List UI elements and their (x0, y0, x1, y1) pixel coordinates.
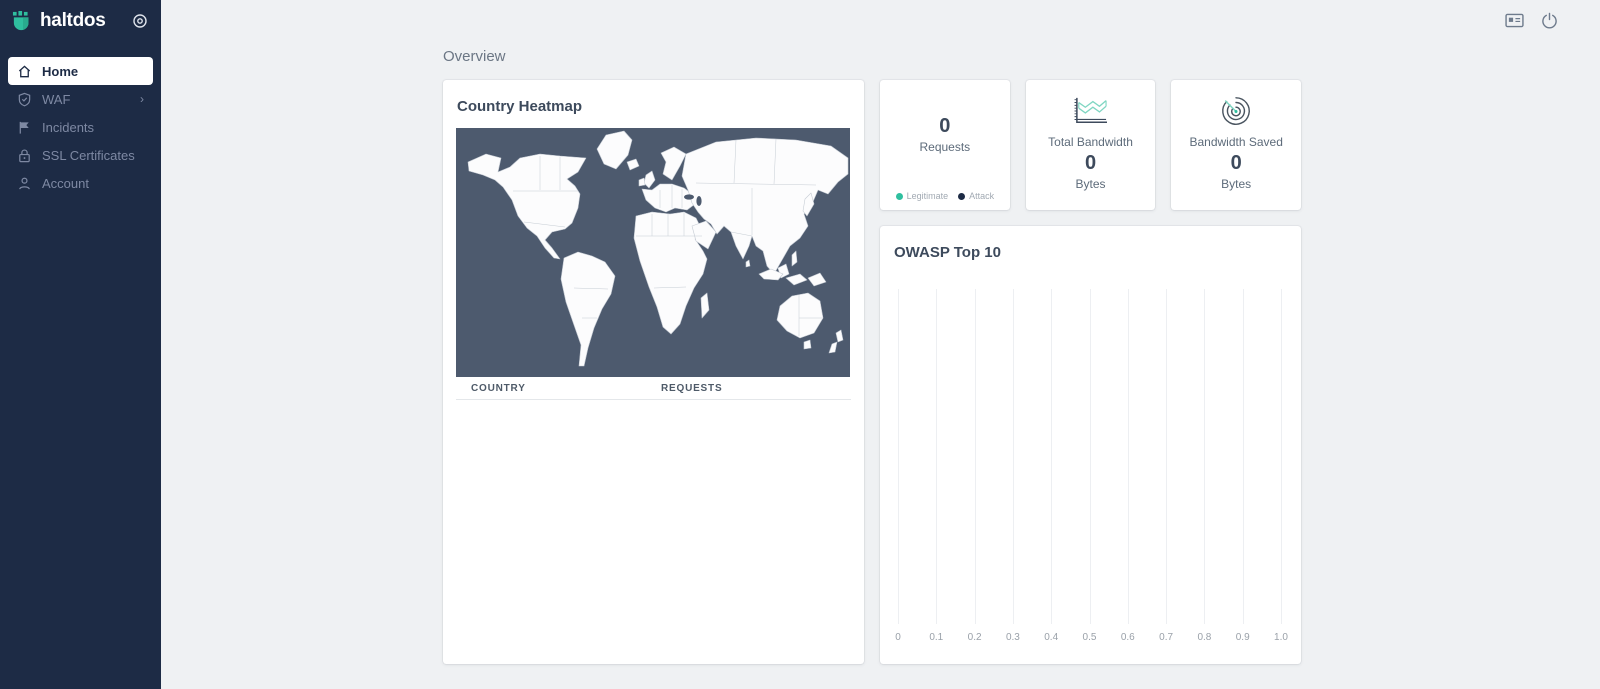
bandwidth-saved-unit: Bytes (1221, 177, 1251, 191)
sidebar-item-label: WAF (42, 92, 70, 107)
gridline (1281, 289, 1282, 624)
owasp-chart: 0 0.1 0.2 0.3 0.4 0.5 0.6 0.7 0.8 0.9 1.0 (893, 263, 1288, 652)
shield-icon (17, 92, 32, 107)
x-tick-label: 0.4 (1044, 632, 1058, 643)
sidebar-item-label: Home (42, 64, 78, 79)
column-header-requests: REQUESTS (661, 383, 722, 394)
gridline (975, 289, 976, 624)
x-tick-label: 0.7 (1159, 632, 1173, 643)
gridline (1090, 289, 1091, 624)
x-tick-label: 0.3 (1006, 632, 1020, 643)
country-heatmap-title: Country Heatmap (457, 98, 851, 115)
requests-value: 0 (919, 115, 970, 137)
chevron-right-icon: › (140, 92, 144, 106)
bandwidth-chart-icon (1070, 93, 1112, 129)
haltdos-logo-icon[interactable] (12, 11, 34, 32)
total-bandwidth-unit: Bytes (1076, 177, 1106, 191)
sidebar-item-ssl-certificates[interactable]: SSL Certificates (8, 141, 153, 169)
x-tick-label: 0.9 (1236, 632, 1250, 643)
x-tick-label: 1.0 (1274, 632, 1288, 643)
legend-item-attack: Attack (958, 191, 994, 201)
page-title: Overview (443, 48, 1301, 65)
gridline (1128, 289, 1129, 624)
owasp-plot-gridlines (898, 289, 1281, 624)
sidebar: haltdos Home WAF › (0, 0, 161, 689)
x-tick-label: 0 (895, 632, 901, 643)
settings-icon[interactable] (132, 13, 148, 29)
sidebar-item-incidents[interactable]: Incidents (8, 113, 153, 141)
user-icon (17, 176, 32, 191)
bandwidth-saved-card: Bandwidth Saved 0 Bytes (1171, 80, 1301, 210)
total-bandwidth-label: Total Bandwidth (1048, 135, 1133, 149)
legend-item-legitimate: Legitimate (896, 191, 949, 201)
sidebar-item-waf[interactable]: WAF › (8, 85, 153, 113)
gridline (1013, 289, 1014, 624)
column-header-country: COUNTRY (471, 383, 661, 394)
owasp-x-axis: 00.10.20.30.40.50.60.70.80.91.0 (898, 632, 1281, 644)
bandwidth-saved-label: Bandwidth Saved (1189, 135, 1282, 149)
x-tick-label: 0.6 (1121, 632, 1135, 643)
bandwidth-saved-spiral-icon (1219, 93, 1253, 129)
power-icon[interactable] (1541, 11, 1560, 30)
country-heatmap-card: Country Heatmap (443, 80, 864, 664)
gridline (1204, 289, 1205, 624)
owasp-title: OWASP Top 10 (894, 244, 1288, 261)
gridline (1166, 289, 1167, 624)
requests-legend: Legitimate Attack (880, 191, 1010, 201)
sidebar-item-account[interactable]: Account (8, 169, 153, 197)
owasp-top10-card: OWASP Top 10 0 0.1 0.2 0.3 0.4 0.5 0.6 0.7 0.8 0.… (880, 226, 1301, 664)
gridline (1243, 289, 1244, 624)
x-tick-label: 0.2 (968, 632, 982, 643)
sidebar-item-label: SSL Certificates (42, 148, 135, 163)
flag-icon (17, 120, 32, 135)
logo-text[interactable]: haltdos (40, 10, 105, 32)
bandwidth-saved-value: 0 (1231, 152, 1242, 175)
heatmap-table-header: COUNTRY REQUESTS (456, 377, 851, 400)
gridline (1051, 289, 1052, 624)
license-card-icon[interactable] (1505, 11, 1524, 30)
content: Overview Country Heatmap (443, 0, 1301, 664)
x-tick-label: 0.8 (1197, 632, 1211, 643)
logo-row: haltdos (0, 0, 161, 32)
home-icon (17, 64, 32, 79)
sidebar-item-label: Incidents (42, 120, 94, 135)
requests-stat-card: 0 Requests Legitimate Attack (880, 80, 1010, 210)
gridline (936, 289, 937, 624)
main-area: Overview Country Heatmap (161, 0, 1600, 689)
legitimate-dot (896, 193, 903, 200)
x-tick-label: 0.5 (1083, 632, 1097, 643)
sidebar-item-label: Account (42, 176, 89, 191)
x-tick-label: 0.1 (929, 632, 943, 643)
header-actions (1505, 11, 1560, 30)
requests-label: Requests (919, 140, 970, 154)
lock-icon (17, 148, 32, 163)
sidebar-nav: Home WAF › Incidents (0, 48, 161, 197)
total-bandwidth-card: Total Bandwidth 0 Bytes (1026, 80, 1156, 210)
sidebar-item-home[interactable]: Home (8, 57, 153, 85)
gridline (898, 289, 899, 624)
attack-dot (958, 193, 965, 200)
world-map[interactable] (456, 128, 850, 377)
total-bandwidth-value: 0 (1085, 152, 1096, 175)
